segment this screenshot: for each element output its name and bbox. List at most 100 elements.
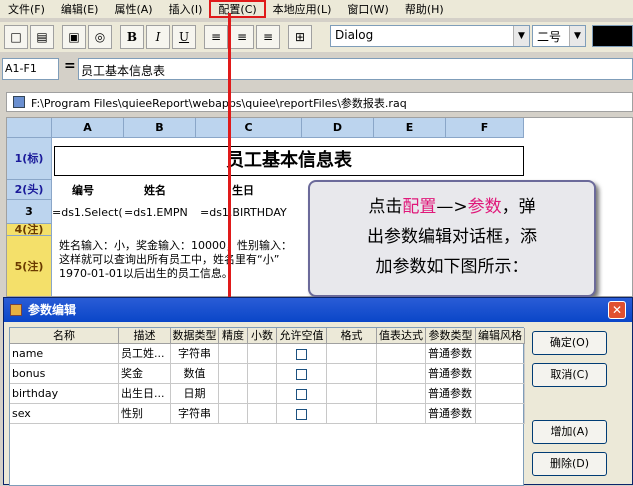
- font-select[interactable]: Dialog ▼: [330, 25, 530, 47]
- dialog-title-bar[interactable]: 参数编辑 ✕: [4, 298, 632, 322]
- param-precision[interactable]: [219, 364, 248, 384]
- column-header-d[interactable]: D: [302, 118, 374, 138]
- param-decimal[interactable]: [248, 344, 277, 364]
- param-datatype[interactable]: 数值: [171, 364, 219, 384]
- param-decimal[interactable]: [248, 364, 277, 384]
- ok-button[interactable]: 确定(O): [532, 331, 607, 355]
- formula-input[interactable]: 员工基本信息表: [78, 58, 633, 80]
- menu-property[interactable]: 属性(A): [106, 1, 160, 17]
- col-header-datatype[interactable]: 数据类型: [171, 328, 219, 344]
- param-expression[interactable]: [377, 404, 426, 424]
- data-cell-birthday[interactable]: =ds1.BIRTHDAY: [200, 206, 300, 219]
- param-type[interactable]: 普通参数: [426, 364, 476, 384]
- param-datatype[interactable]: 字符串: [171, 404, 219, 424]
- col-header-nullable[interactable]: 允许空值: [277, 328, 327, 344]
- data-cell-empname[interactable]: =ds1.EMPN: [124, 206, 194, 219]
- column-header-f[interactable]: F: [446, 118, 524, 138]
- col-header-edit-style[interactable]: 编辑风格: [476, 328, 525, 344]
- nullable-checkbox[interactable]: [296, 408, 307, 420]
- new-file-icon[interactable]: □: [4, 25, 28, 49]
- merge-cells-icon[interactable]: ⊞: [288, 25, 312, 49]
- col-header-precision[interactable]: 精度: [219, 328, 248, 344]
- param-nullable[interactable]: [277, 404, 327, 424]
- column-header-e[interactable]: E: [374, 118, 446, 138]
- col-header-name[interactable]: 名称: [10, 328, 119, 344]
- param-precision[interactable]: [219, 404, 248, 424]
- param-format[interactable]: [327, 404, 377, 424]
- param-desc[interactable]: 性别: [119, 404, 171, 424]
- align-left-icon[interactable]: ≡: [204, 25, 228, 49]
- font-color-swatch[interactable]: [592, 25, 633, 47]
- header-cell-birthday[interactable]: 生日: [232, 182, 254, 198]
- param-nullable[interactable]: [277, 344, 327, 364]
- param-decimal[interactable]: [248, 384, 277, 404]
- param-desc[interactable]: 员工姓...: [119, 344, 171, 364]
- row-header-2[interactable]: 2(头): [7, 180, 52, 200]
- param-type[interactable]: 普通参数: [426, 404, 476, 424]
- param-name[interactable]: birthday: [10, 384, 119, 404]
- col-header-param-type[interactable]: 参数类型: [426, 328, 476, 344]
- param-type[interactable]: 普通参数: [426, 344, 476, 364]
- menu-config[interactable]: 配置(C): [209, 0, 266, 18]
- bold-button[interactable]: B: [120, 25, 144, 49]
- row-header-3[interactable]: 3: [7, 200, 52, 224]
- param-name[interactable]: bonus: [10, 364, 119, 384]
- preview-icon[interactable]: ◎: [88, 25, 112, 49]
- param-precision[interactable]: [219, 344, 248, 364]
- param-decimal[interactable]: [248, 404, 277, 424]
- param-format[interactable]: [327, 344, 377, 364]
- col-header-decimal[interactable]: 小数: [248, 328, 277, 344]
- param-edit-style[interactable]: [476, 344, 525, 364]
- chevron-down-icon[interactable]: ▼: [513, 26, 529, 46]
- param-edit-style[interactable]: [476, 384, 525, 404]
- row-header-5[interactable]: 5(注): [7, 236, 52, 296]
- column-header-a[interactable]: A: [52, 118, 124, 138]
- menu-edit[interactable]: 编辑(E): [53, 1, 107, 17]
- param-nullable[interactable]: [277, 384, 327, 404]
- param-name[interactable]: sex: [10, 404, 119, 424]
- param-format[interactable]: [327, 364, 377, 384]
- menu-file[interactable]: 文件(F): [0, 1, 53, 17]
- header-cell-id[interactable]: 编号: [72, 182, 94, 198]
- param-precision[interactable]: [219, 384, 248, 404]
- param-name[interactable]: name: [10, 344, 119, 364]
- param-nullable[interactable]: [277, 364, 327, 384]
- nullable-checkbox[interactable]: [296, 368, 307, 380]
- font-size-select[interactable]: 二号 ▼: [532, 25, 586, 47]
- save-icon[interactable]: ▣: [62, 25, 86, 49]
- col-header-expression[interactable]: 值表达式: [377, 328, 426, 344]
- param-datatype[interactable]: 日期: [171, 384, 219, 404]
- data-cell-select[interactable]: =ds1.Select(: [52, 206, 122, 219]
- param-table[interactable]: 名称 描述 数据类型 精度 小数 允许空值 格式 值表达式 参数类型 编辑风格 …: [9, 327, 525, 486]
- nullable-checkbox[interactable]: [296, 388, 307, 400]
- param-expression[interactable]: [377, 384, 426, 404]
- param-format[interactable]: [327, 384, 377, 404]
- chevron-down-icon[interactable]: ▼: [569, 26, 585, 46]
- column-header-c[interactable]: C: [196, 118, 302, 138]
- param-edit-style[interactable]: [476, 364, 525, 384]
- column-header-b[interactable]: B: [124, 118, 196, 138]
- param-expression[interactable]: [377, 344, 426, 364]
- cancel-button[interactable]: 取消(C): [532, 363, 607, 387]
- param-desc[interactable]: 出生日...: [119, 384, 171, 404]
- header-cell-name[interactable]: 姓名: [144, 182, 166, 198]
- menu-insert[interactable]: 插入(I): [161, 1, 211, 17]
- param-desc[interactable]: 奖金: [119, 364, 171, 384]
- align-center-icon[interactable]: ≡: [230, 25, 254, 49]
- report-title-cell[interactable]: 员工基本信息表: [54, 146, 524, 176]
- row-header-1[interactable]: 1(标): [7, 138, 52, 180]
- param-expression[interactable]: [377, 364, 426, 384]
- italic-button[interactable]: I: [146, 25, 170, 49]
- col-header-desc[interactable]: 描述: [119, 328, 171, 344]
- menu-help[interactable]: 帮助(H): [397, 1, 452, 17]
- align-right-icon[interactable]: ≡: [256, 25, 280, 49]
- menu-local-app[interactable]: 本地应用(L): [265, 1, 340, 17]
- row-header-4[interactable]: 4(注): [7, 224, 52, 236]
- nullable-checkbox[interactable]: [296, 348, 307, 360]
- add-button[interactable]: 增加(A): [532, 420, 607, 444]
- delete-button[interactable]: 删除(D): [532, 452, 607, 476]
- param-edit-style[interactable]: [476, 404, 525, 424]
- underline-button[interactable]: U: [172, 25, 196, 49]
- col-header-format[interactable]: 格式: [327, 328, 377, 344]
- close-icon[interactable]: ✕: [608, 301, 626, 319]
